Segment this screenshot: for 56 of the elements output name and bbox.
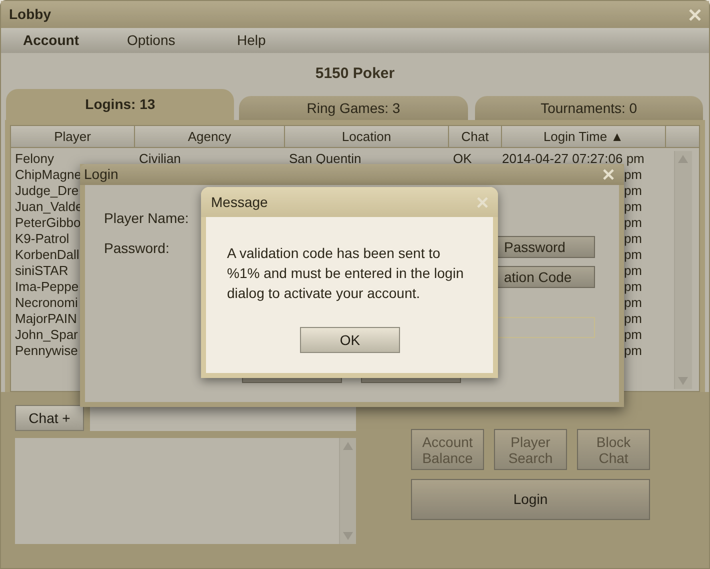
table-cell: Ima-Peppe	[15, 279, 79, 294]
chat-button[interactable]: Chat +	[15, 405, 84, 431]
window-title: Lobby	[9, 5, 51, 24]
close-icon[interactable]	[477, 196, 488, 208]
tab[interactable]: Tournaments: 0	[474, 96, 703, 120]
table-cell: pm	[624, 183, 642, 198]
table-cell: pm	[624, 167, 642, 182]
close-icon[interactable]	[603, 169, 614, 180]
table-cell: 2014-04-27 07:27:06 pm	[502, 151, 644, 166]
table-cell: pm	[624, 215, 642, 230]
table-cell: John_Spar	[15, 327, 78, 342]
table-cell: pm	[624, 343, 642, 358]
column-header[interactable]: Player	[11, 126, 135, 147]
table-cell: Necronomi	[15, 295, 78, 310]
table-cell: pm	[624, 295, 642, 310]
table-cell: ChipMagne	[15, 167, 82, 182]
column-header[interactable]: Location	[285, 126, 449, 147]
dialog-title: Message	[211, 192, 268, 212]
tab[interactable]: Logins: 13	[6, 89, 234, 120]
table-cell: pm	[624, 327, 642, 342]
scrollbar[interactable]	[339, 438, 356, 544]
ok-button[interactable]: OK	[300, 327, 400, 353]
field-label: Password:	[104, 239, 170, 258]
field-label: Player Name:	[104, 209, 189, 228]
table-cell: OK	[453, 151, 472, 166]
table-cell: Pennywise	[15, 343, 78, 358]
table-cell: San Quentin	[289, 151, 362, 166]
dialog-title: Login	[84, 165, 118, 184]
close-icon[interactable]	[689, 8, 701, 20]
table-cell: pm	[624, 279, 642, 294]
app-heading: 5150 Poker	[314, 64, 396, 84]
message-text: A validation code has been sent to %1% and must be entered in the login dialog to activate your account.	[227, 244, 465, 303]
column-header[interactable]: Login Time ▲	[502, 126, 666, 147]
menu-item[interactable]: Options	[127, 30, 237, 51]
table-cell: pm	[624, 231, 642, 246]
table-cell: pm	[624, 311, 642, 326]
column-header[interactable]: Chat	[449, 126, 502, 147]
table-cell: pm	[624, 263, 642, 278]
tab[interactable]: Ring Games: 3	[239, 96, 468, 120]
login-button[interactable]: Login	[411, 479, 650, 520]
table-cell: pm	[624, 199, 642, 214]
menu-item[interactable]: Account	[23, 30, 127, 51]
table-cell: pm	[624, 247, 642, 262]
scrollbar[interactable]	[674, 151, 692, 389]
table-cell: Civilian	[139, 151, 181, 166]
table-cell: siniSTAR	[15, 263, 68, 278]
table-cell: MajorPAIN	[15, 311, 77, 326]
menu-item[interactable]: Help	[237, 30, 317, 51]
table-cell: K9-Patrol	[15, 231, 70, 246]
table-cell: Juan_Valde	[15, 199, 83, 214]
table-cell: KorbenDall	[15, 247, 80, 262]
chat-input[interactable]	[90, 405, 356, 431]
column-header[interactable]: Agency	[135, 126, 285, 147]
table-cell: PeterGibbo	[15, 215, 81, 230]
table-cell: Felony	[15, 151, 54, 166]
table-cell: Judge_Dre	[15, 183, 79, 198]
